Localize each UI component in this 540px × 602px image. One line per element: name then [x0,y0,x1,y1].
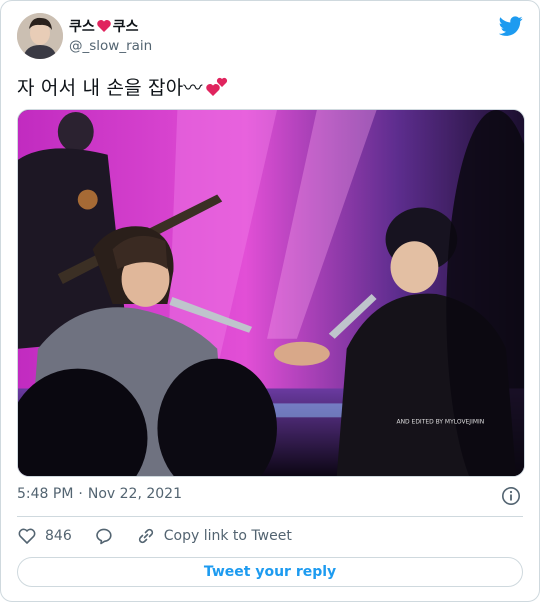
display-name[interactable]: 쿠스 쿠스 [69,16,139,36]
display-name-part2: 쿠스 [112,19,139,35]
two-hearts-icon [205,75,229,99]
tweet-actions: 846 Copy link to Tweet [17,525,314,547]
tweet-reply-button[interactable]: Tweet your reply [17,557,523,587]
like-button[interactable]: 846 [17,526,72,546]
copy-link-label: Copy link to Tweet [163,528,292,544]
twitter-bird-icon[interactable] [498,14,523,38]
red-heart-icon [96,18,112,34]
timestamp-date: Nov 22, 2021 [87,486,182,502]
user-handle[interactable]: @_slow_rain [69,38,152,54]
like-count: 846 [45,528,72,544]
reply-bubble-icon [95,528,112,545]
reply-icon-button[interactable] [94,526,114,546]
avatar[interactable] [17,13,63,59]
copy-link-button[interactable]: Copy link to Tweet [136,526,292,546]
divider [17,516,523,517]
reply-button-label: Tweet your reply [203,564,337,580]
tweet-text: 자 어서 내 손을 잡아〰 [17,73,229,100]
display-name-part1: 쿠스 [69,19,95,35]
info-icon[interactable] [501,486,521,506]
link-icon [138,528,153,544]
timestamp-time: 5:48 PM [17,486,74,502]
concert-photo: AND EDITED BY MYLOVEJIMIN [18,110,524,476]
timestamp-separator: · [78,486,83,502]
tweet-media-image[interactable]: AND EDITED BY MYLOVEJIMIN [17,109,525,477]
tweet-card: 쿠스 쿠스 @_slow_rain 자 어서 내 손을 잡아〰 AND EDIT… [0,0,540,602]
tweet-timestamp[interactable]: 5:48 PM · Nov 22, 2021 [17,486,182,502]
tweet-text-content: 자 어서 내 손을 잡아〰 [17,77,203,99]
like-heart-icon [18,528,36,544]
photo-watermark: AND EDITED BY MYLOVEJIMIN [397,418,485,425]
